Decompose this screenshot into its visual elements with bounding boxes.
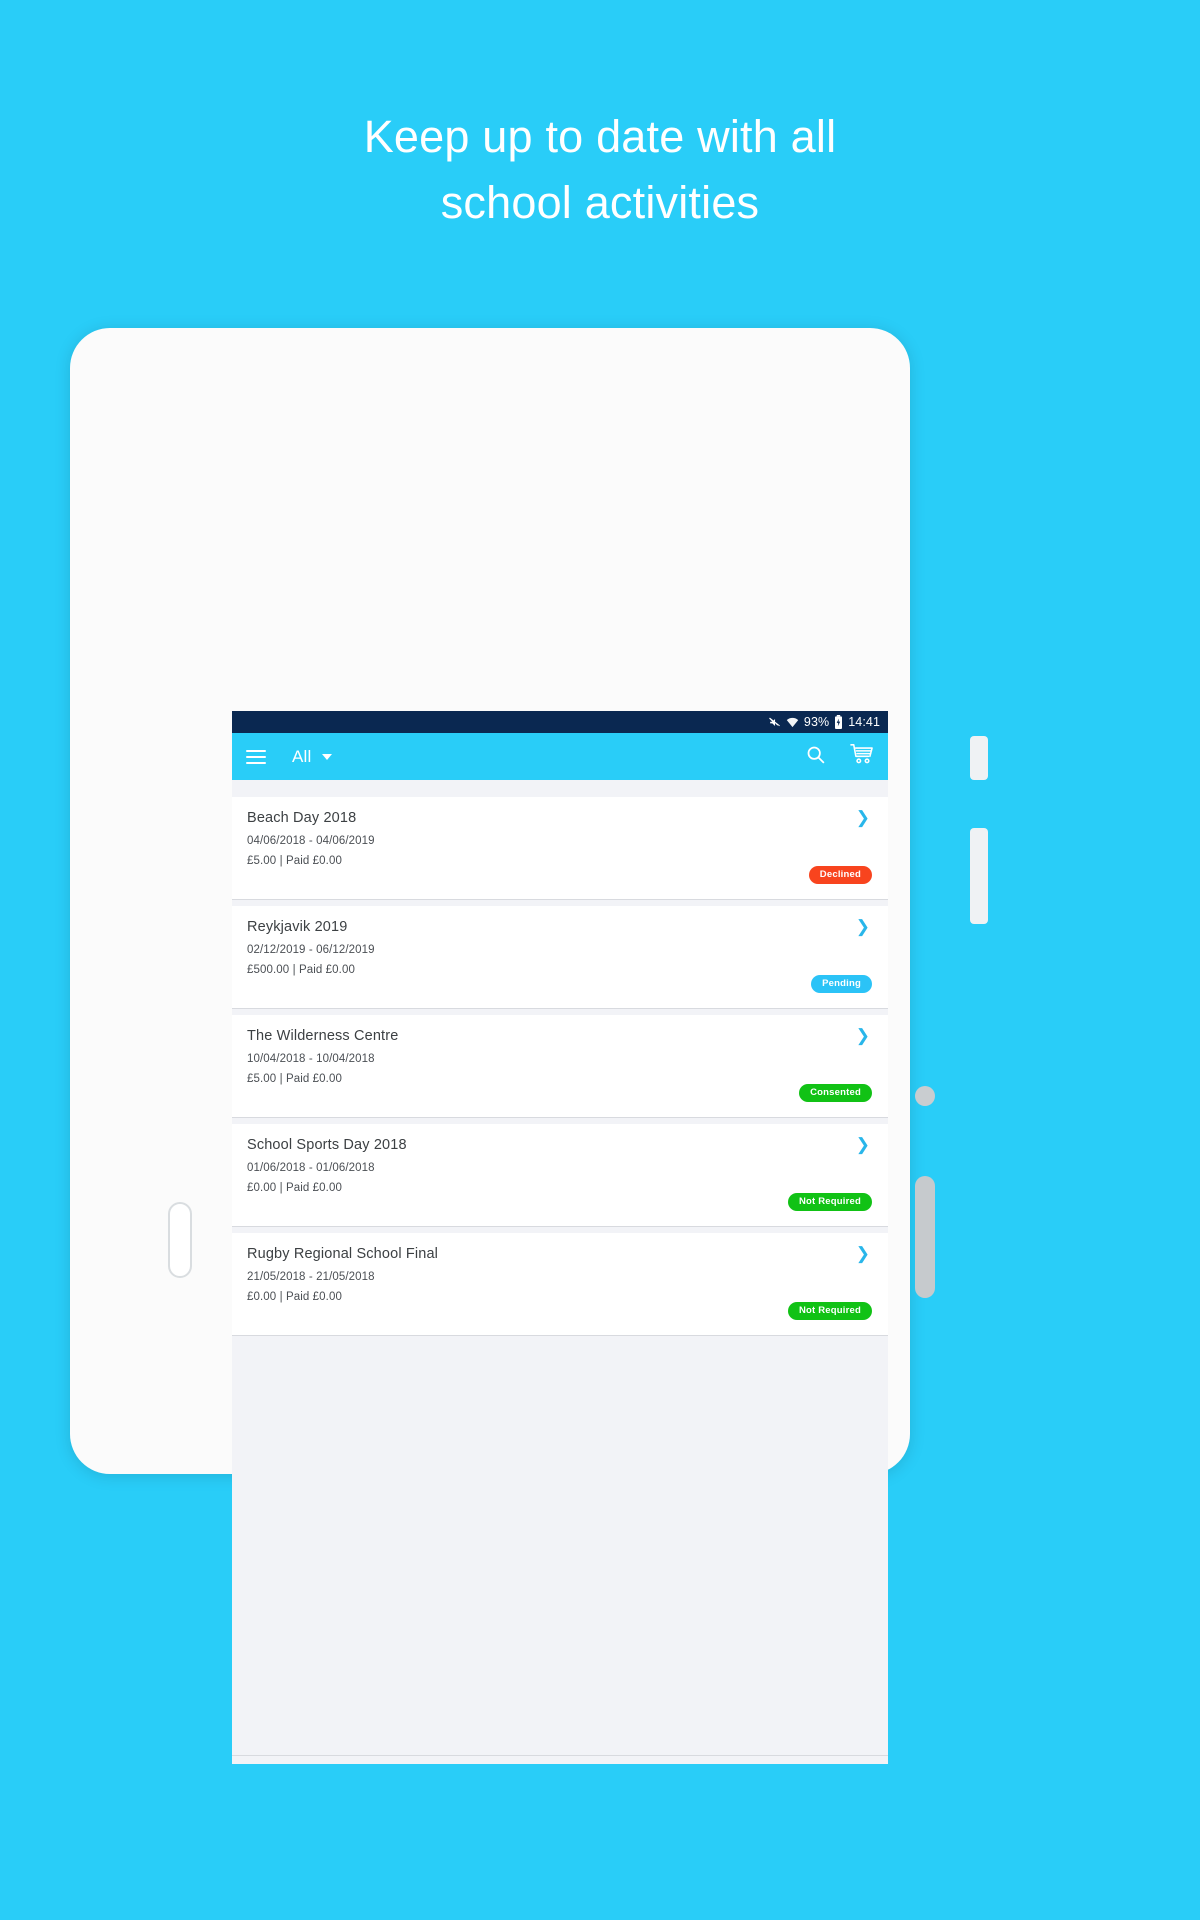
search-icon[interactable] [805,744,826,770]
wifi-icon [786,716,799,729]
battery-percentage: 93% [803,715,830,729]
activity-dates: 04/06/2018 - 04/06/2019 [247,835,375,847]
table-row[interactable]: The Wilderness Centre 10/04/2018 - 10/04… [232,1015,888,1118]
activity-title: School Sports Day 2018 [247,1137,407,1153]
status-badge: Not Required [787,1192,872,1211]
table-row[interactable]: Reykjavik 2019 02/12/2019 - 06/12/2019 £… [232,906,888,1009]
hamburger-menu-icon[interactable] [246,749,266,764]
chevron-right-icon[interactable]: ❯ [856,1136,870,1153]
activity-dates: 21/05/2018 - 21/05/2018 [247,1271,375,1283]
tablet-camera-dot [915,1086,935,1106]
activity-title: Reykjavik 2019 [247,919,348,935]
filter-dropdown[interactable]: All [292,747,332,767]
status-badge: Pending [811,974,872,993]
chevron-down-icon [321,753,332,760]
battery-icon [834,715,843,729]
tablet-left-button [168,1202,192,1278]
list-empty-area [232,1336,888,1756]
promo-headline: Keep up to date with all school activiti… [0,104,1200,236]
activity-dates: 10/04/2018 - 10/04/2018 [247,1053,375,1065]
table-row[interactable]: School Sports Day 2018 01/06/2018 - 01/0… [232,1124,888,1227]
table-row[interactable]: Beach Day 2018 04/06/2018 - 04/06/2019 £… [232,797,888,900]
activities-list: Beach Day 2018 04/06/2018 - 04/06/2019 £… [232,780,888,1756]
activity-price: £5.00 | Paid £0.00 [247,855,342,867]
app-bar-actions [805,743,874,770]
tablet-side-button-lower [970,828,988,924]
activity-dates: 01/06/2018 - 01/06/2018 [247,1162,375,1174]
status-bar-clock: 14:41 [848,715,880,729]
promo-headline-line1: Keep up to date with all [363,111,837,162]
list-top-spacer [232,780,888,797]
activity-title: The Wilderness Centre [247,1028,399,1044]
tablet-device-frame: 93% 14:41 All Beach Day 2018 04/06/2018 … [70,328,988,1764]
tablet-volume-button [915,1176,935,1298]
filter-dropdown-label: All [292,746,312,766]
status-badge: Declined [808,865,872,884]
tablet-screen: 93% 14:41 All Beach Day 2018 04/06/2018 … [232,711,888,1764]
chevron-right-icon[interactable]: ❯ [856,809,870,826]
status-badge: Not Required [787,1301,872,1320]
activity-price: £0.00 | Paid £0.00 [247,1291,342,1303]
chevron-right-icon[interactable]: ❯ [856,918,870,935]
activity-price: £500.00 | Paid £0.00 [247,964,355,976]
shopping-cart-icon[interactable] [850,743,874,770]
table-row[interactable]: Rugby Regional School Final 21/05/2018 -… [232,1233,888,1336]
chevron-right-icon[interactable]: ❯ [856,1027,870,1044]
activity-dates: 02/12/2019 - 06/12/2019 [247,944,375,956]
android-status-bar: 93% 14:41 [232,711,888,733]
chevron-right-icon[interactable]: ❯ [856,1245,870,1262]
tablet-side-button-upper [970,736,988,780]
activity-price: £5.00 | Paid £0.00 [247,1073,342,1085]
activity-title: Rugby Regional School Final [247,1246,439,1262]
mute-icon [768,716,781,729]
status-badge: Consented [799,1083,872,1102]
activity-title: Beach Day 2018 [247,810,357,826]
app-bar: All [232,733,888,780]
promo-headline-line2: school activities [440,177,760,228]
activity-price: £0.00 | Paid £0.00 [247,1182,342,1194]
